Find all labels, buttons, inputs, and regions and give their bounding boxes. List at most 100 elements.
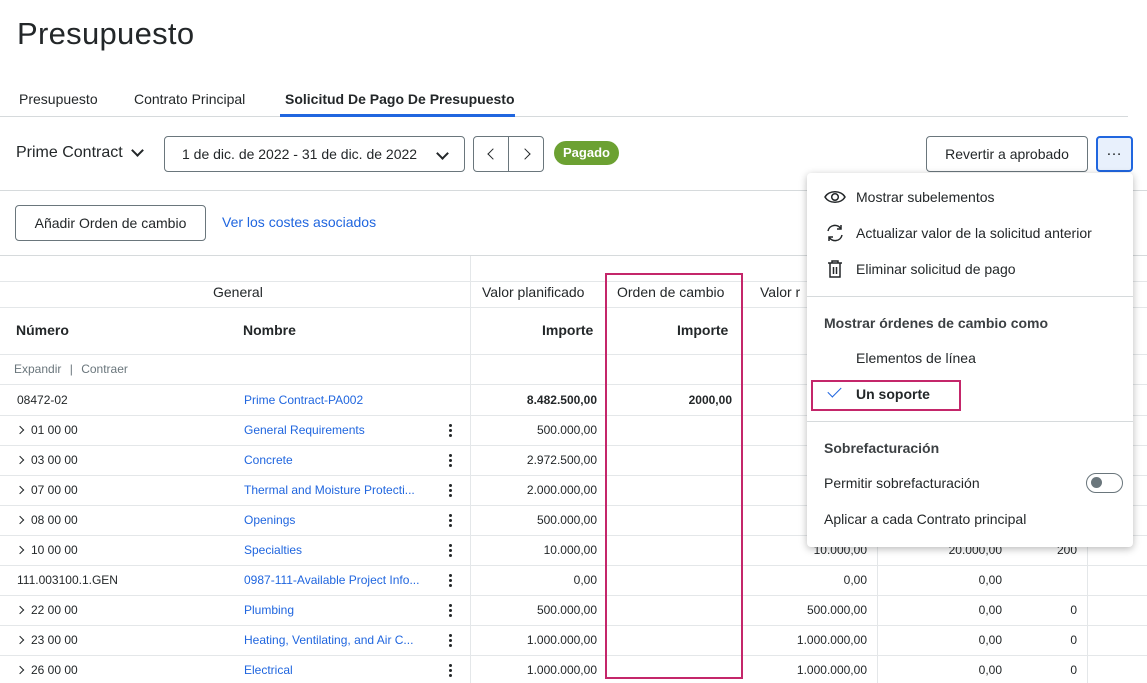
row-actions-icon[interactable] (444, 631, 456, 649)
row-name-link[interactable]: Heating, Ventilating, and Air C... (244, 633, 413, 647)
extra-value: 0 (1070, 663, 1077, 677)
chevron-right-icon[interactable] (15, 455, 25, 465)
row-name-link[interactable]: Openings (244, 513, 295, 527)
planned-amount: 0,00 (573, 573, 597, 587)
contract-selector[interactable]: Prime Contract (16, 144, 144, 162)
row-number-text: 01 00 00 (31, 423, 78, 437)
trash-icon (828, 260, 842, 278)
row-actions-icon[interactable] (444, 661, 456, 679)
chevron-right-icon[interactable] (15, 515, 25, 525)
group-header-general: General (213, 284, 263, 300)
row-actions-icon[interactable] (444, 601, 456, 619)
row-name-link[interactable]: Plumbing (244, 603, 294, 617)
row-number[interactable]: 23 00 00 (15, 633, 78, 647)
menu-divider (807, 296, 1133, 297)
table-row: 111.003100.1.GEN 0987-111-Available Proje… (0, 565, 1147, 595)
refresh-icon (827, 224, 843, 242)
row-number-text: 23 00 00 (31, 633, 78, 647)
page-title: Presupuesto (17, 16, 195, 51)
column-header-planned-amount[interactable]: Importe (542, 322, 593, 338)
row-name-link[interactable]: Prime Contract-PA002 (244, 393, 363, 407)
row-number-text: 08472-02 (17, 393, 68, 407)
row-actions-icon[interactable] (444, 511, 456, 529)
chevron-left-icon (486, 148, 499, 160)
status-badge: Pagado (554, 141, 619, 165)
value-amount: 500.000,00 (806, 603, 867, 617)
menu-item-delete-request[interactable]: Eliminar solicitud de pago (807, 251, 1133, 287)
column-header-name[interactable]: Nombre (243, 322, 296, 338)
row-name-link[interactable]: Concrete (244, 453, 293, 467)
row-number-text: 03 00 00 (31, 453, 78, 467)
row-number[interactable]: 22 00 00 (15, 603, 78, 617)
planned-amount: 10.000,00 (543, 543, 597, 557)
chevron-down-icon (130, 144, 144, 157)
menu-item-update-previous[interactable]: Actualizar valor de la solicitud anterio… (807, 215, 1133, 251)
row-name-link[interactable]: 0987-111-Available Project Info... (244, 573, 419, 587)
row-actions-icon[interactable] (444, 571, 456, 589)
planned-amount: 500.000,00 (536, 513, 597, 527)
menu-item-allow-overbilling[interactable]: Permitir sobrefacturación (807, 465, 1133, 501)
row-actions-icon[interactable] (444, 421, 456, 439)
row-actions-icon[interactable] (444, 541, 456, 559)
menu-item-label: Elementos de línea (856, 350, 976, 366)
row-name-link[interactable]: General Requirements (244, 423, 365, 437)
row-number[interactable]: 03 00 00 (15, 453, 78, 467)
tab-solicitud-de-pago[interactable]: Solicitud De Pago De Presupuesto (285, 91, 515, 107)
menu-item-show-subitems[interactable]: Mostrar subelementos (807, 179, 1133, 215)
add-change-order-button[interactable]: Añadir Orden de cambio (15, 205, 206, 241)
tab-presupuesto[interactable]: Presupuesto (19, 91, 98, 107)
row-actions-icon[interactable] (444, 481, 456, 499)
row-actions-icon[interactable] (444, 451, 456, 469)
chevron-right-icon[interactable] (15, 605, 25, 615)
chevron-right-icon[interactable] (15, 485, 25, 495)
menu-option-line-items[interactable]: Elementos de línea (807, 340, 1133, 376)
date-range-select[interactable]: 1 de dic. de 2022 - 31 de dic. de 2022 (164, 136, 465, 172)
menu-item-label: Mostrar subelementos (856, 189, 995, 205)
planned-amount: 1.000.000,00 (526, 633, 597, 647)
row-number-text: 22 00 00 (31, 603, 78, 617)
next-period-button[interactable] (508, 137, 543, 171)
row-name-link[interactable]: Specialties (244, 543, 302, 557)
chevron-right-icon[interactable] (15, 545, 25, 555)
table-row: 26 00 00 Electrical 1.000.000,00 1.000.000,… (0, 655, 1147, 683)
menu-item-apply-all-contracts[interactable]: Aplicar a cada Contrato principal (807, 501, 1133, 537)
chevron-right-icon[interactable] (15, 635, 25, 645)
menu-section-header: Mostrar órdenes de cambio como (824, 315, 1049, 331)
more-options-button[interactable]: … (1096, 136, 1133, 172)
extra-amount: 0,00 (978, 573, 1002, 587)
row-number[interactable]: 01 00 00 (15, 423, 78, 437)
row-number[interactable]: 08 00 00 (15, 513, 78, 527)
overbilling-toggle[interactable] (1086, 473, 1123, 493)
collapse-all-link[interactable]: Contraer (81, 362, 128, 376)
chevron-right-icon[interactable] (15, 425, 25, 435)
row-number[interactable]: 26 00 00 (15, 663, 78, 677)
planned-amount: 2.972.500,00 (526, 453, 597, 467)
previous-period-button[interactable] (474, 137, 508, 171)
chevron-right-icon[interactable] (15, 665, 25, 675)
period-nav (473, 136, 544, 172)
menu-item-label: Eliminar solicitud de pago (856, 261, 1016, 277)
row-number[interactable]: 10 00 00 (15, 543, 78, 557)
row-name-link[interactable]: Thermal and Moisture Protecti... (244, 483, 415, 497)
row-number-text: 08 00 00 (31, 513, 78, 527)
date-range-label: 1 de dic. de 2022 - 31 de dic. de 2022 (182, 146, 418, 162)
menu-section-header: Sobrefacturación (824, 440, 940, 456)
revert-to-approved-button[interactable]: Revertir a aprobado (926, 136, 1088, 172)
extra-amount: 0,00 (978, 633, 1002, 647)
group-header-value: Valor r (760, 284, 801, 300)
expand-collapse-controls: Expandir | Contraer (14, 362, 128, 376)
row-number[interactable]: 07 00 00 (15, 483, 78, 497)
planned-amount: 500.000,00 (536, 423, 597, 437)
row-name-link[interactable]: Electrical (244, 663, 293, 677)
view-associated-costs-link[interactable]: Ver los costes asociados (222, 214, 376, 230)
table-row: 23 00 00 Heating, Ventilating, and Air C.… (0, 625, 1147, 655)
row-number: 111.003100.1.GEN (17, 573, 118, 587)
column-header-number[interactable]: Número (16, 322, 69, 338)
expand-all-link[interactable]: Expandir (14, 362, 61, 376)
menu-item-label: Actualizar valor de la solicitud anterio… (856, 225, 1092, 241)
row-number-text: 26 00 00 (31, 663, 78, 677)
planned-amount: 500.000,00 (536, 603, 597, 617)
tab-contrato-principal[interactable]: Contrato Principal (134, 91, 245, 107)
extra-amount: 0,00 (978, 663, 1002, 677)
extra-value: 0 (1070, 603, 1077, 617)
